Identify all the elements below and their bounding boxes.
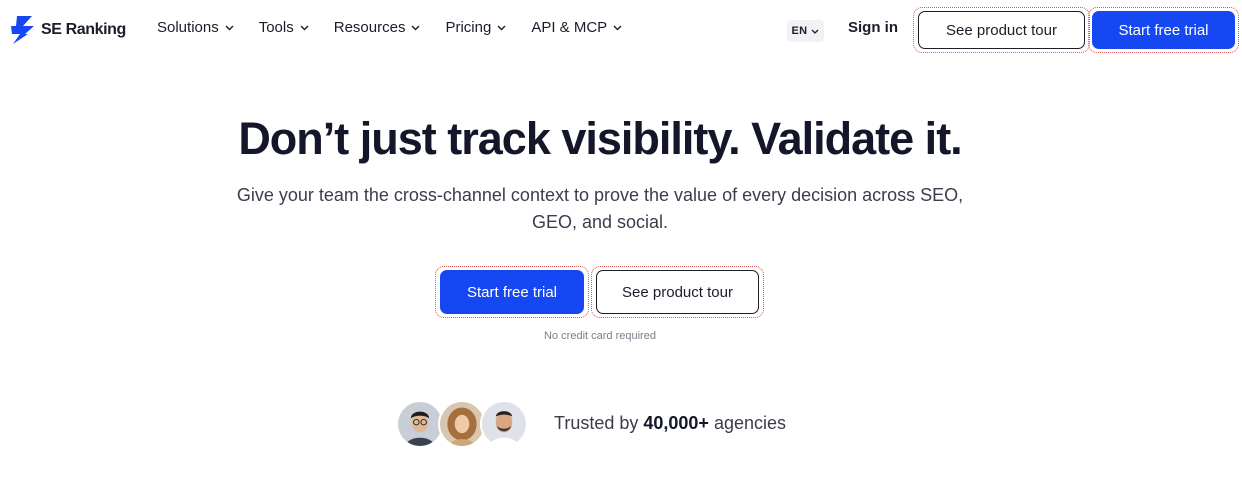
- chevron-down-icon: [497, 25, 506, 30]
- chevron-down-icon: [300, 25, 309, 30]
- trust-suffix: agencies: [708, 413, 787, 433]
- nav-label: Tools: [258, 19, 294, 36]
- header-product-tour-button[interactable]: See product tour: [918, 11, 1085, 49]
- language-code: EN: [791, 25, 808, 37]
- hero-product-tour-button[interactable]: See product tour: [596, 270, 759, 314]
- no-credit-card-note: No credit card required: [544, 330, 656, 342]
- nav-item-resources[interactable]: Resources: [334, 19, 421, 36]
- nav-item-pricing[interactable]: Pricing: [445, 19, 506, 36]
- chevron-down-icon: [811, 29, 819, 34]
- site-header: SE Ranking Solutions Tools Resources Pri…: [0, 0, 1242, 60]
- nav-item-tools[interactable]: Tools: [259, 19, 309, 36]
- nav-label: API & MCP: [531, 19, 608, 36]
- nav-item-solutions[interactable]: Solutions: [157, 19, 234, 36]
- nav-item-api-mcp[interactable]: API & MCP: [531, 19, 622, 36]
- customer-avatars: [396, 400, 528, 448]
- chevron-down-icon: [411, 25, 420, 30]
- avatar-woman-curly-hair-icon: [438, 400, 486, 448]
- hero-start-trial-button[interactable]: Start free trial: [440, 270, 584, 314]
- sign-in-link[interactable]: Sign in: [848, 19, 898, 36]
- header-start-trial-button[interactable]: Start free trial: [1092, 11, 1235, 49]
- main-nav: Solutions Tools Resources Pricing API & …: [157, 19, 647, 36]
- trust-count: 40,000+: [643, 413, 709, 433]
- nav-label: Resources: [333, 19, 406, 36]
- hero-title: Don’t just track visibility. Validate it…: [238, 113, 962, 164]
- hero-subtitle: Give your team the cross-channel context…: [236, 185, 964, 232]
- chevron-down-icon: [613, 25, 622, 30]
- chevron-down-icon: [225, 25, 234, 30]
- brand-name: SE Ranking: [41, 21, 126, 38]
- avatar-man-beard-icon: [480, 400, 528, 448]
- brand-logo[interactable]: SE Ranking: [10, 15, 126, 45]
- se-ranking-logo-icon: [11, 16, 34, 44]
- nav-label: Solutions: [157, 19, 219, 36]
- trust-prefix: Trusted by: [554, 413, 644, 433]
- nav-label: Pricing: [445, 19, 492, 36]
- avatar-man-glasses-icon: [396, 400, 444, 448]
- language-selector[interactable]: EN: [787, 20, 824, 42]
- trust-statement: Trusted by 40,000+ agencies: [554, 413, 786, 434]
